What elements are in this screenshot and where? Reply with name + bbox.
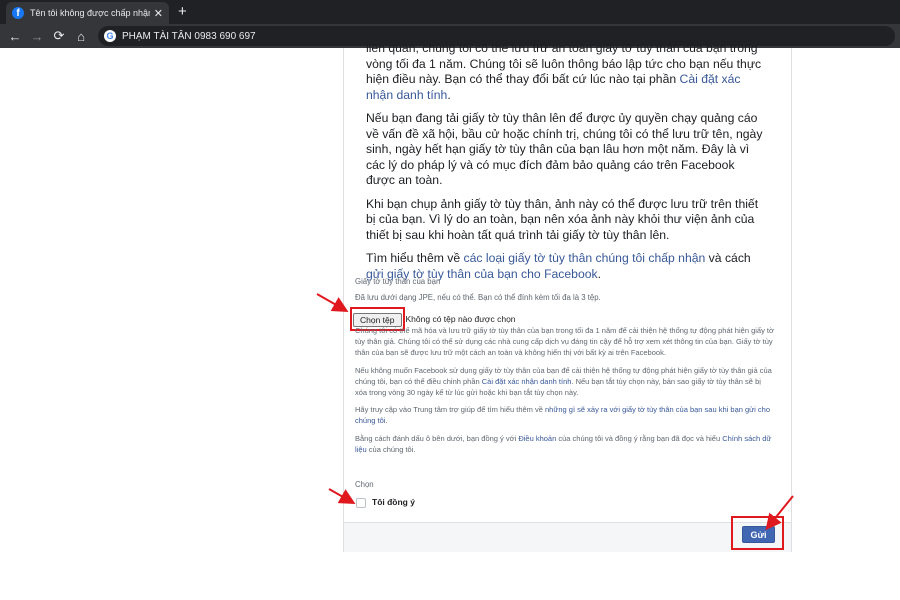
annotation-arrow [328,488,356,504]
annotation-arrow [316,293,349,312]
annotation-arrows [316,293,794,531]
annotation-arrow [765,495,794,531]
